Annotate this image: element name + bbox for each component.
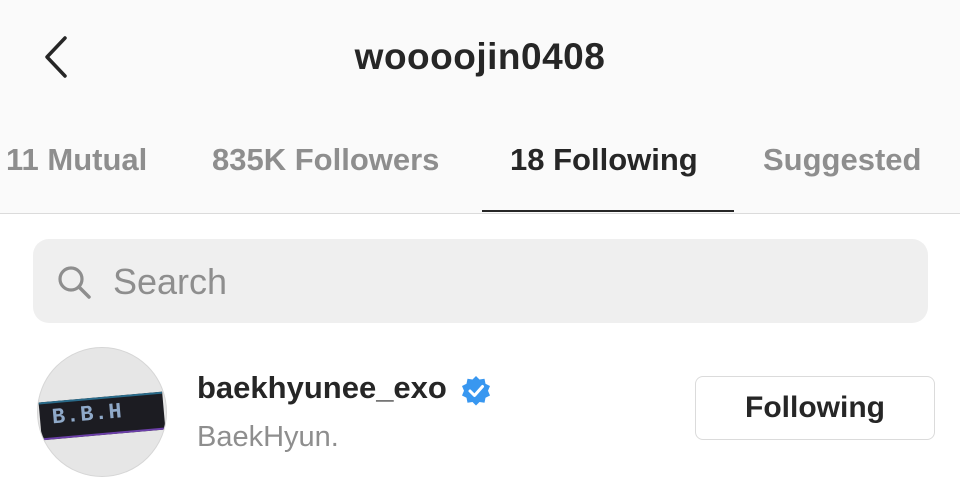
avatar-text: B.B.H bbox=[50, 399, 124, 431]
search-icon bbox=[58, 266, 91, 299]
search-input[interactable] bbox=[111, 239, 895, 325]
full-name: BaekHyun. bbox=[197, 421, 339, 453]
verified-badge-icon bbox=[462, 376, 490, 406]
following-button[interactable]: Following bbox=[695, 376, 935, 440]
tab-followers[interactable]: 835K Followers bbox=[212, 142, 439, 178]
active-tab-indicator bbox=[482, 210, 734, 212]
avatar[interactable]: B.B.H bbox=[37, 347, 167, 477]
search-bar[interactable] bbox=[33, 239, 928, 325]
avatar-image: B.B.H bbox=[38, 391, 166, 441]
tab-suggested[interactable]: Suggested bbox=[763, 142, 921, 178]
top-bar: woooojin0408 11 Mutual 835K Followers 18… bbox=[0, 0, 960, 214]
username[interactable]: baekhyunee_exo bbox=[197, 370, 447, 406]
tab-following[interactable]: 18 Following bbox=[510, 142, 698, 178]
page-title: woooojin0408 bbox=[354, 36, 606, 77]
tab-mutual[interactable]: 11 Mutual bbox=[6, 142, 147, 178]
